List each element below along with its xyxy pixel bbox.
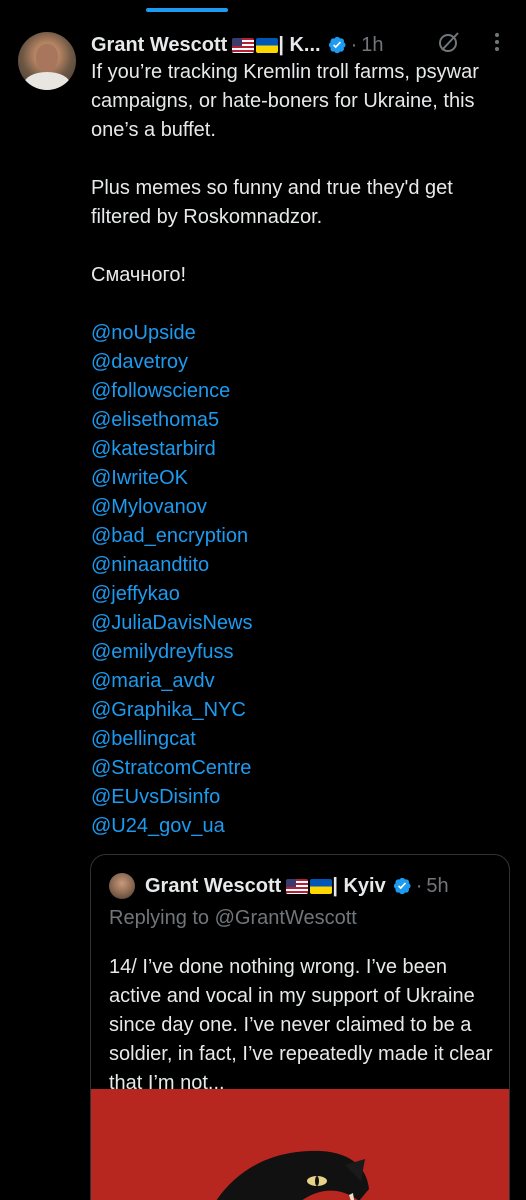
mention-link[interactable]: @bad_encryption [91, 522, 511, 551]
mention-link[interactable]: @ninaandtito [91, 551, 511, 580]
quoted-avatar[interactable] [109, 873, 135, 899]
grok-icon[interactable] [437, 30, 461, 54]
quoted-timestamp[interactable]: 5h [426, 875, 448, 898]
mention-list: @noUpside @davetroy @followscience @elis… [91, 319, 511, 841]
mention-link[interactable]: @bellingcat [91, 725, 511, 754]
tab-indicator [146, 8, 228, 12]
mention-link[interactable]: @katestarbird [91, 435, 511, 464]
ukraine-flag-icon [256, 37, 279, 53]
mention-link[interactable]: @noUpside [91, 319, 511, 348]
mention-link[interactable]: @EUvsDisinfo [91, 783, 511, 812]
mention-link[interactable]: @U24_gov_ua [91, 812, 511, 841]
author-name[interactable]: Grant Wescott [91, 34, 227, 57]
verified-badge-icon[interactable] [327, 35, 347, 55]
avatar-face [36, 44, 58, 72]
dot-separator: · [415, 874, 423, 897]
quoted-header: Grant Wescott | Kyiv · 5h [145, 872, 449, 900]
mention-link[interactable]: @emilydreyfuss [91, 638, 511, 667]
avatar[interactable] [18, 32, 76, 90]
screen: Grant Wescott | K... · 1h If you’re trac… [0, 0, 526, 1200]
mention-link[interactable]: @elisethoma5 [91, 406, 511, 435]
mention-link[interactable]: @StratcomCentre [91, 754, 511, 783]
timestamp[interactable]: 1h [361, 34, 383, 57]
mention-link[interactable]: @JuliaDavisNews [91, 609, 511, 638]
mention-link[interactable]: @Mylovanov [91, 493, 511, 522]
us-flag-icon [232, 37, 255, 53]
mention-link[interactable]: @Graphika_NYC [91, 696, 511, 725]
author-name-suffix[interactable]: | K... [278, 34, 320, 57]
tweet-paragraph: Смачного! [91, 264, 186, 286]
replying-to-label: Replying to [109, 907, 210, 929]
mention-link[interactable]: @followscience [91, 377, 511, 406]
tweet-paragraph: Plus memes so funny and true they'd get … [91, 177, 453, 228]
quoted-author-name[interactable]: Grant Wescott [145, 875, 281, 898]
mention-link[interactable]: @jeffykao [91, 580, 511, 609]
quoted-text: 14/ I’ve done nothing wrong. I’ve been a… [109, 956, 493, 1094]
replying-to-handle[interactable]: @GrantWescott [215, 907, 357, 929]
dot-separator: · [350, 33, 358, 56]
quoted-author-suffix[interactable]: | Kyiv [332, 875, 385, 898]
verified-badge-icon[interactable] [392, 876, 412, 896]
mention-link[interactable]: @davetroy [91, 348, 511, 377]
mention-link[interactable]: @IwriteOK [91, 464, 511, 493]
more-icon[interactable] [487, 30, 507, 54]
replying-to: Replying to @GrantWescott [109, 907, 357, 930]
mention-link[interactable]: @maria_avdv [91, 667, 511, 696]
quoted-tweet[interactable]: Grant Wescott | Kyiv · 5h Replying to @G… [90, 854, 510, 1200]
tweet-paragraph: If you’re tracking Kremlin troll farms, … [91, 61, 479, 141]
ukraine-flag-icon [310, 878, 333, 894]
avatar-shirt [24, 72, 70, 90]
us-flag-icon [286, 878, 309, 894]
quoted-media[interactable] [91, 1089, 509, 1200]
tweet-body: If you’re tracking Kremlin troll farms, … [91, 58, 511, 841]
snake-illustration [216, 1150, 369, 1200]
